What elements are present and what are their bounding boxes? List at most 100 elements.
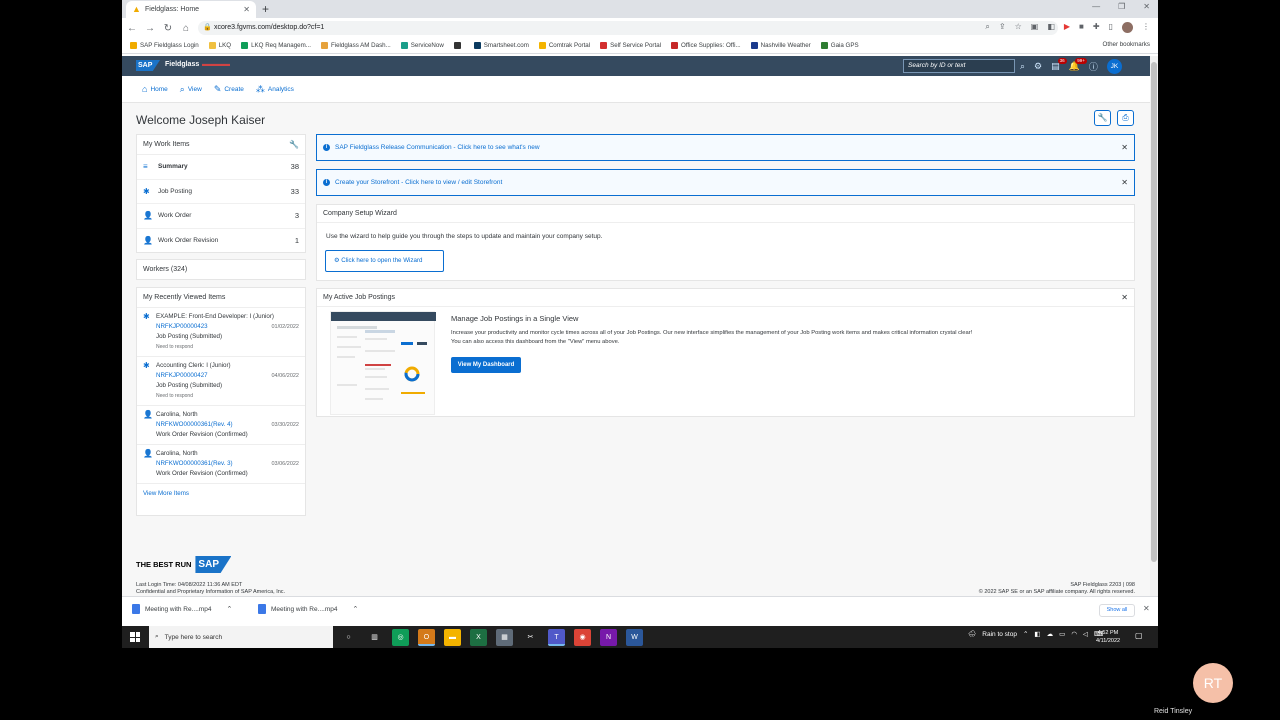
bookmark-item[interactable]: Fieldglass AM Dash... xyxy=(320,42,391,49)
close-icon[interactable]: ✕ xyxy=(1121,143,1128,152)
word-app-icon[interactable]: W xyxy=(626,629,643,646)
chevron-up-icon[interactable]: ⌃ xyxy=(1023,630,1028,638)
bookmark-item[interactable]: Self Service Portal xyxy=(600,42,661,49)
taskbar-search-input[interactable]: ⌕ Type here to search xyxy=(149,626,333,648)
window-close-icon[interactable]: ✕ xyxy=(1143,2,1150,11)
work-item-work-order-revision[interactable]: 👤 Work Order Revision 1 xyxy=(137,229,305,254)
chrome-profile-icon[interactable]: ◉ xyxy=(574,629,591,646)
cloud-icon[interactable]: ☁ xyxy=(1047,630,1054,638)
volume-icon[interactable]: ◁ xyxy=(1083,630,1088,638)
release-message-strip[interactable]: i SAP Fieldglass Release Communication -… xyxy=(316,134,1135,161)
file-explorer-icon[interactable]: ▬ xyxy=(444,629,461,646)
workers-card[interactable]: Workers (324) xyxy=(136,259,306,280)
new-tab-icon[interactable]: + xyxy=(262,2,269,16)
chrome-app-icon[interactable]: ◎ xyxy=(392,629,409,646)
wrench-icon[interactable]: 🔧 xyxy=(289,135,299,155)
print-button[interactable]: ⎙ xyxy=(1117,110,1134,126)
close-icon[interactable]: ✕ xyxy=(1121,289,1128,307)
wifi-icon[interactable]: ◠ xyxy=(1071,630,1077,638)
storefront-message-strip[interactable]: i Create your Storefront - Click here to… xyxy=(316,169,1135,196)
bookmark-item[interactable]: LKQ Req Managem... xyxy=(241,42,311,49)
extension-icon[interactable]: ■ xyxy=(1079,22,1084,33)
cortana-icon[interactable]: ○ xyxy=(340,629,357,646)
nav-analytics[interactable]: ⁂ Analytics xyxy=(256,84,294,95)
last-login: Last Login Time: 04/08/2022 11:36 AM EDT xyxy=(136,582,243,588)
personalize-button[interactable]: 🔧 xyxy=(1094,110,1111,126)
zoom-icon[interactable]: ⌕ xyxy=(985,22,989,33)
close-icon[interactable]: ✕ xyxy=(1143,604,1150,613)
work-item-summary[interactable]: ≡ Summary 38 xyxy=(137,155,305,180)
sap-logo[interactable]: SAP xyxy=(136,60,160,71)
other-bookmarks[interactable]: Other bookmarks xyxy=(1103,41,1150,48)
calculator-app-icon[interactable]: ▦ xyxy=(496,629,513,646)
tab-close-icon[interactable]: ✕ xyxy=(243,5,250,14)
chevron-up-icon[interactable]: ⌃ xyxy=(352,605,358,613)
show-all-button[interactable]: Show all xyxy=(1099,604,1135,617)
address-bar[interactable]: 🔒 xcore3.fgvms.com/desktop.do?cf=1 xyxy=(198,21,1058,35)
global-search-input[interactable]: Search by ID or text xyxy=(903,59,1015,73)
chevron-up-icon[interactable]: ⌃ xyxy=(226,605,232,613)
task-view-icon[interactable]: ▥ xyxy=(366,629,383,646)
puzzle-icon[interactable]: ✚ xyxy=(1093,22,1100,33)
reload-icon[interactable]: ↻ xyxy=(160,23,176,34)
share-icon[interactable]: ⇪ xyxy=(999,22,1006,33)
help-icon[interactable]: ⓘ xyxy=(1089,60,1098,73)
user-avatar[interactable]: JK xyxy=(1106,59,1122,74)
outlook-app-icon[interactable]: O xyxy=(418,629,435,646)
storefront-message-text[interactable]: Create your Storefront - Click here to v… xyxy=(335,179,502,186)
extension-icon[interactable]: ▶ xyxy=(1064,22,1070,33)
tasks-icon[interactable]: ▤ 36 xyxy=(1051,58,1067,72)
recent-item-status: Job Posting (Submitted) xyxy=(156,382,223,389)
page-scrollbar[interactable] xyxy=(1150,56,1158,596)
bookmark-item[interactable]: Comtrak Portal xyxy=(538,42,590,49)
extension-icon[interactable]: ◧ xyxy=(1047,22,1055,33)
scrollbar-thumb[interactable] xyxy=(1151,62,1157,562)
profile-avatar[interactable] xyxy=(1122,22,1133,33)
back-icon[interactable]: ← xyxy=(124,23,140,34)
excel-app-icon[interactable]: X xyxy=(470,629,487,646)
snip-tool-icon[interactable]: ✂ xyxy=(522,629,539,646)
release-message-text[interactable]: SAP Fieldglass Release Communication - C… xyxy=(335,144,540,151)
network-icon[interactable]: ▭ xyxy=(1059,630,1065,638)
onenote-app-icon[interactable]: N xyxy=(600,629,617,646)
teams-app-icon[interactable]: T xyxy=(548,629,565,646)
close-icon[interactable]: ✕ xyxy=(1121,178,1128,187)
bookmark-item[interactable]: Smartsheet.com xyxy=(473,42,529,49)
bookmark-item[interactable]: LKQ xyxy=(208,42,231,49)
bookmark-item[interactable]: Gaia GPS xyxy=(820,42,859,49)
notification-center-icon[interactable]: ▢ xyxy=(1135,631,1143,640)
list-icon: ≡ xyxy=(143,162,148,172)
forward-icon[interactable]: → xyxy=(142,23,158,34)
download-item[interactable]: Meeting with Re....mp4 ⌃ xyxy=(258,604,358,614)
windows-start-icon[interactable] xyxy=(130,632,140,642)
sidebar-icon[interactable]: ▯ xyxy=(1109,22,1113,33)
weather-text[interactable]: Rain to stop xyxy=(982,631,1017,638)
home-icon[interactable]: ⌂ xyxy=(178,23,194,34)
work-item-job-posting[interactable]: ✱ Job Posting 33 xyxy=(137,180,305,204)
search-icon[interactable]: ⌕ xyxy=(1020,61,1025,72)
work-item-work-order[interactable]: 👤 Work Order 3 xyxy=(137,204,305,229)
bookmark-item[interactable]: ServiceNow xyxy=(400,42,444,49)
taskbar-clock[interactable]: 4:52 PM 4/11/2022 xyxy=(1096,629,1120,645)
bookmark-item[interactable]: Office Supplies: Offi... xyxy=(671,42,741,49)
minimize-icon[interactable]: — xyxy=(1092,2,1100,11)
bookmark-item[interactable]: SAP Fieldglass Login xyxy=(130,42,199,49)
bookmark-item[interactable] xyxy=(453,42,464,49)
browser-tab[interactable]: ▲ Fieldglass: Home ✕ xyxy=(126,1,256,18)
menu-icon[interactable]: ⋮ xyxy=(1142,22,1150,33)
download-item[interactable]: Meeting with Re....mp4 ⌃ xyxy=(132,604,232,614)
gear-icon[interactable]: ⚙ xyxy=(1034,61,1042,72)
extension-icon[interactable]: ▣ xyxy=(1031,22,1039,33)
nav-create[interactable]: ✎ Create xyxy=(214,84,244,95)
weather-icon[interactable]: 🌧 xyxy=(968,630,976,638)
bookmark-star-icon[interactable]: ☆ xyxy=(1015,22,1022,33)
view-more-items-link[interactable]: View More Items xyxy=(137,484,305,503)
open-wizard-button[interactable]: ⚙ Click here to open the Wizard xyxy=(325,250,444,272)
nav-home[interactable]: ⌂ Home xyxy=(142,84,168,94)
tray-app-icon[interactable]: ◧ xyxy=(1034,630,1040,638)
bell-icon[interactable]: 🔔 99+ xyxy=(1069,58,1087,72)
bookmark-item[interactable]: Nashville Weather xyxy=(750,42,811,49)
restore-icon[interactable]: ❐ xyxy=(1118,2,1125,11)
nav-view[interactable]: ⌕ View xyxy=(180,84,202,95)
view-my-dashboard-button[interactable]: View My Dashboard xyxy=(451,357,521,373)
